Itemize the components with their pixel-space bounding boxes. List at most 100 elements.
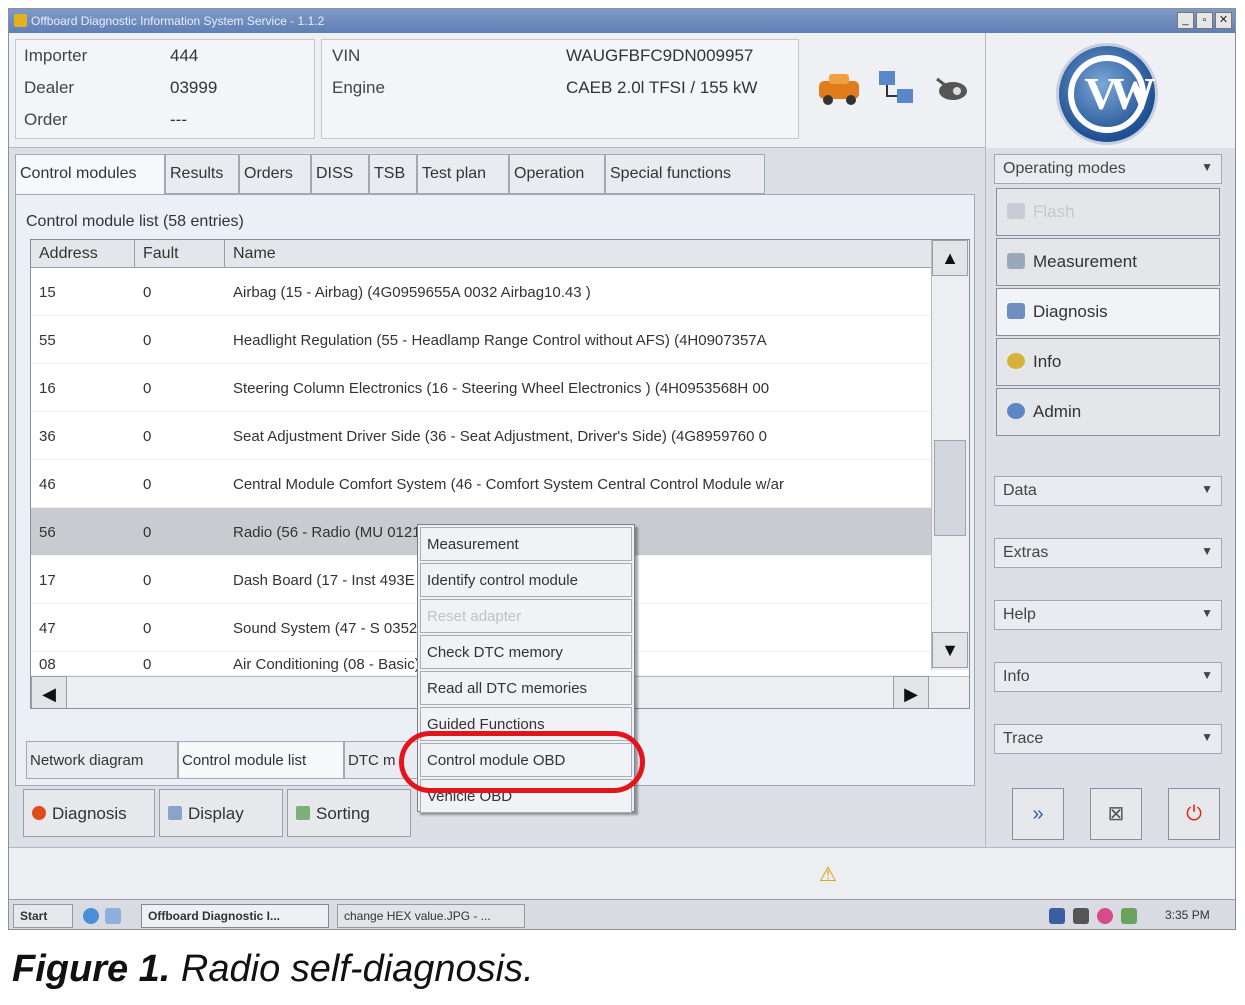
scroll-up-button[interactable]: ▲: [932, 240, 968, 276]
application-screen: Offboard Diagnostic Information System S…: [8, 8, 1236, 930]
vw-logo-ring: VW: [1068, 55, 1156, 133]
tab-control-modules[interactable]: Control modules: [15, 154, 165, 194]
order-label: Order: [24, 110, 68, 129]
tab-network-diagram[interactable]: Network diagram: [26, 741, 178, 779]
tab-test-plan[interactable]: Test plan: [417, 154, 509, 194]
desktop-quicklaunch-icon[interactable]: [105, 908, 121, 924]
diagnosis-button[interactable]: Diagnosis: [23, 789, 155, 837]
operating-modes-header[interactable]: Operating modes ▼: [994, 154, 1222, 184]
sorting-button[interactable]: Sorting: [287, 789, 411, 837]
help-section-header[interactable]: Help ▼: [994, 600, 1222, 630]
order-value: ---: [170, 110, 187, 129]
address-cell: 46: [39, 476, 56, 493]
column-address[interactable]: Address: [31, 240, 135, 268]
diagnostic-tester-icon[interactable]: [931, 69, 975, 109]
diagnosis-button-label: Diagnosis: [52, 804, 127, 823]
tab-special-functions[interactable]: Special functions: [605, 154, 765, 194]
tab-orders[interactable]: Orders: [239, 154, 311, 194]
name-cell: Central Module Comfort System (46 - Comf…: [233, 476, 785, 493]
table-row[interactable]: 46 0 Central Module Comfort System (46 -…: [31, 460, 931, 508]
tray-network-icon[interactable]: [1049, 908, 1065, 924]
table-row[interactable]: 16 0 Steering Column Electronics (16 - S…: [31, 364, 931, 412]
restore-button[interactable]: ▫: [1196, 12, 1213, 29]
mode-admin-label: Admin: [1033, 402, 1082, 421]
vehicle-icon[interactable]: [815, 69, 865, 109]
trace-section-title: Trace: [1003, 730, 1044, 747]
warning-icon[interactable]: ⚠: [819, 862, 837, 887]
menu-item-identify-control-module[interactable]: Identify control module: [420, 563, 632, 597]
fault-cell: 0: [143, 284, 152, 301]
connection-icons: [805, 39, 979, 139]
menu-item-check-dtc-memory[interactable]: Check DTC memory: [420, 635, 632, 669]
vehicle-info-bar: Importer 444 Dealer 03999 Order --- VIN …: [9, 33, 985, 148]
tray-volume-icon[interactable]: [1073, 908, 1089, 924]
engine-value: CAEB 2.0l TFSI / 155 kW: [566, 78, 758, 97]
scroll-left-button[interactable]: ◀: [31, 676, 67, 708]
address-cell: 17: [39, 572, 56, 589]
dealer-info: Importer 444 Dealer 03999 Order ---: [15, 39, 315, 139]
mode-info[interactable]: Info: [996, 338, 1220, 386]
address-cell: 56: [39, 524, 56, 541]
taskbar-item-image[interactable]: change HEX value.JPG - ...: [337, 904, 525, 928]
tab-control-module-list[interactable]: Control module list: [178, 741, 344, 779]
name-cell: Steering Column Electronics (16 - Steeri…: [233, 380, 770, 397]
mode-diagnosis[interactable]: Diagnosis: [996, 288, 1220, 336]
fault-cell: 0: [143, 380, 152, 397]
windows-taskbar: Start Offboard Diagnostic I... change HE…: [9, 899, 1235, 929]
minimize-button[interactable]: _: [1177, 12, 1194, 29]
tab-diss[interactable]: DISS: [311, 154, 369, 194]
title-bar: Offboard Diagnostic Information System S…: [9, 9, 1235, 33]
vin-value: WAUGFBFC9DN009957: [566, 46, 754, 65]
taskbar-item-odis[interactable]: Offboard Diagnostic I...: [141, 904, 329, 928]
tab-results[interactable]: Results: [165, 154, 239, 194]
app-icon: [14, 14, 27, 27]
status-bar: ⚠: [9, 847, 1235, 899]
tab-operation[interactable]: Operation: [509, 154, 605, 194]
name-cell: Headlight Regulation (55 - Headlamp Rang…: [233, 332, 767, 349]
extras-section-header[interactable]: Extras ▼: [994, 538, 1222, 568]
tab-tsb[interactable]: TSB: [369, 154, 417, 194]
scroll-down-button[interactable]: ▼: [932, 632, 968, 668]
table-row[interactable]: 36 0 Seat Adjustment Driver Side (36 - S…: [31, 412, 931, 460]
menu-item-reset-adapter: Reset adapter: [420, 599, 632, 633]
importer-value: 444: [170, 46, 199, 65]
expand-arrow-icon: ▼: [1201, 482, 1213, 496]
menu-item-measurement[interactable]: Measurement: [420, 527, 632, 561]
info-section-header[interactable]: Info ▼: [994, 662, 1222, 692]
brand-area: VW: [985, 33, 1235, 148]
view-tabs: Network diagram Control module list DTC …: [26, 741, 446, 781]
admin-icon: [1007, 403, 1025, 419]
collapse-arrow-icon: ▼: [1201, 160, 1213, 174]
figure-caption: Figure 1. Radio self-diagnosis.: [12, 948, 534, 991]
caption-label: Figure 1.: [12, 948, 171, 990]
column-name[interactable]: Name: [225, 240, 931, 268]
scroll-right-button[interactable]: ▶: [893, 676, 929, 708]
fault-cell: 0: [143, 428, 152, 445]
address-cell: 55: [39, 332, 56, 349]
mode-admin[interactable]: Admin: [996, 388, 1220, 436]
tray-update-icon[interactable]: [1121, 908, 1137, 924]
table-row[interactable]: 55 0 Headlight Regulation (55 - Headlamp…: [31, 316, 931, 364]
network-icon[interactable]: [875, 67, 919, 111]
trace-section-header[interactable]: Trace ▼: [994, 724, 1222, 754]
browser-quicklaunch-icon[interactable]: [83, 908, 99, 924]
right-panel: Operating modes ▼ Flash Measurement Diagn…: [985, 148, 1235, 848]
table-row[interactable]: 15 0 Airbag (15 - Airbag) (4G0959655A 00…: [31, 268, 931, 316]
name-cell: Seat Adjustment Driver Side (36 - Seat A…: [233, 428, 767, 445]
vertical-scrollbar[interactable]: ▲ ▼: [931, 240, 969, 670]
start-button[interactable]: Start: [13, 904, 73, 928]
display-button[interactable]: Display: [159, 789, 283, 837]
operating-modes-title: Operating modes: [1003, 160, 1126, 177]
window-mode-button[interactable]: ⊠: [1090, 788, 1142, 840]
exit-button[interactable]: ⏻: [1168, 788, 1220, 840]
main-tabs: Control modules Results Orders DISS TSB …: [15, 154, 975, 194]
column-fault[interactable]: Fault: [135, 240, 225, 268]
scroll-thumb[interactable]: [934, 440, 966, 536]
forward-button[interactable]: »: [1012, 788, 1064, 840]
mode-flash-label: Flash: [1033, 202, 1075, 221]
tray-security-icon[interactable]: [1097, 908, 1113, 924]
data-section-header[interactable]: Data ▼: [994, 476, 1222, 506]
menu-item-read-all-dtc-memories[interactable]: Read all DTC memories: [420, 671, 632, 705]
mode-measurement[interactable]: Measurement: [996, 238, 1220, 286]
close-window-button[interactable]: ✕: [1215, 12, 1232, 29]
